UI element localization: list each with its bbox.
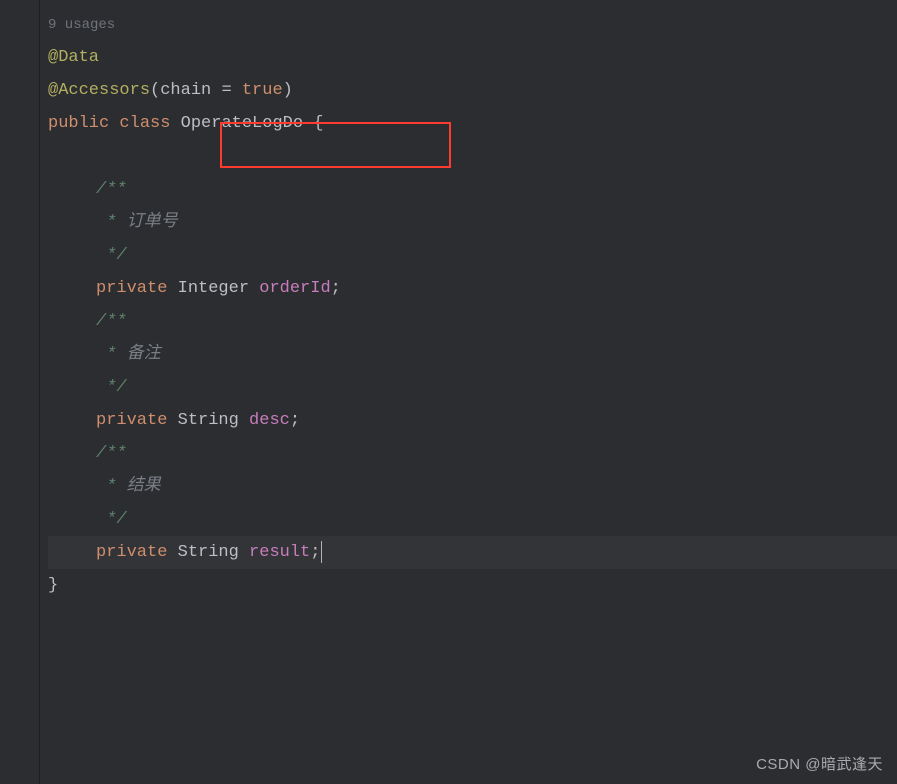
comment-close-2[interactable]: */ <box>48 371 897 404</box>
class-name: OperateLogDo <box>181 114 303 133</box>
usages-count: 9 usages <box>48 17 115 33</box>
javadoc-open: /** <box>96 312 127 331</box>
comment-body-2[interactable]: * 备注 <box>48 338 897 371</box>
comment-open-3[interactable]: /** <box>48 437 897 470</box>
keyword-private: private <box>96 411 167 430</box>
keyword-private: private <box>96 543 167 562</box>
blank-line[interactable] <box>48 140 897 173</box>
text-cursor <box>321 541 322 563</box>
editor-container: 9 usages @Data @Accessors(chain = true) … <box>0 0 897 784</box>
javadoc-star: * <box>96 213 116 232</box>
true-literal: true <box>242 81 283 100</box>
annotation-accessors: @Accessors <box>48 81 150 100</box>
comment-body-1[interactable]: * 订单号 <box>48 206 897 239</box>
field-desc: desc <box>249 411 290 430</box>
keyword-class: class <box>119 114 170 133</box>
paren-close: ) <box>283 81 293 100</box>
javadoc-star: * <box>96 345 116 364</box>
keyword-private: private <box>96 279 167 298</box>
brace-close: } <box>48 576 58 595</box>
param-chain: chain <box>160 81 211 100</box>
field-orderid: orderId <box>259 279 330 298</box>
brace-open: { <box>313 114 323 133</box>
comment-body-3[interactable]: * 结果 <box>48 470 897 503</box>
semicolon: ; <box>310 543 320 562</box>
javadoc-close: */ <box>96 378 127 397</box>
annotation-data: @Data <box>48 48 99 67</box>
semicolon: ; <box>331 279 341 298</box>
code-line-annotation-data[interactable]: @Data <box>48 41 897 74</box>
code-line-brace-close[interactable]: } <box>48 569 897 602</box>
javadoc-open: /** <box>96 180 127 199</box>
javadoc-text-orderid: 订单号 <box>127 213 178 232</box>
comment-open-1[interactable]: /** <box>48 173 897 206</box>
javadoc-open: /** <box>96 444 127 463</box>
code-line-annotation-accessors[interactable]: @Accessors(chain = true) <box>48 74 897 107</box>
code-line-class-decl[interactable]: public class OperateLogDo { <box>48 107 897 140</box>
type-string: String <box>178 543 239 562</box>
javadoc-text-result: 结果 <box>127 477 161 496</box>
field-line-desc[interactable]: private String desc; <box>48 404 897 437</box>
comment-close-1[interactable]: */ <box>48 239 897 272</box>
javadoc-close: */ <box>96 246 127 265</box>
code-area[interactable]: 9 usages @Data @Accessors(chain = true) … <box>40 0 897 784</box>
field-result: result <box>249 543 310 562</box>
gutter <box>0 0 40 784</box>
comment-open-2[interactable]: /** <box>48 305 897 338</box>
type-integer: Integer <box>178 279 249 298</box>
javadoc-star: * <box>96 477 116 496</box>
javadoc-close: */ <box>96 510 127 529</box>
equals-sign: = <box>211 81 242 100</box>
field-line-result[interactable]: private String result; <box>48 536 897 569</box>
comment-close-3[interactable]: */ <box>48 503 897 536</box>
field-line-orderid[interactable]: private Integer orderId; <box>48 272 897 305</box>
semicolon: ; <box>290 411 300 430</box>
javadoc-text-desc: 备注 <box>127 345 161 364</box>
type-string: String <box>178 411 239 430</box>
inlay-hint-usages[interactable]: 9 usages <box>48 8 897 41</box>
watermark: CSDN @暗武逢天 <box>756 753 883 774</box>
keyword-public: public <box>48 114 109 133</box>
paren-open: ( <box>150 81 160 100</box>
